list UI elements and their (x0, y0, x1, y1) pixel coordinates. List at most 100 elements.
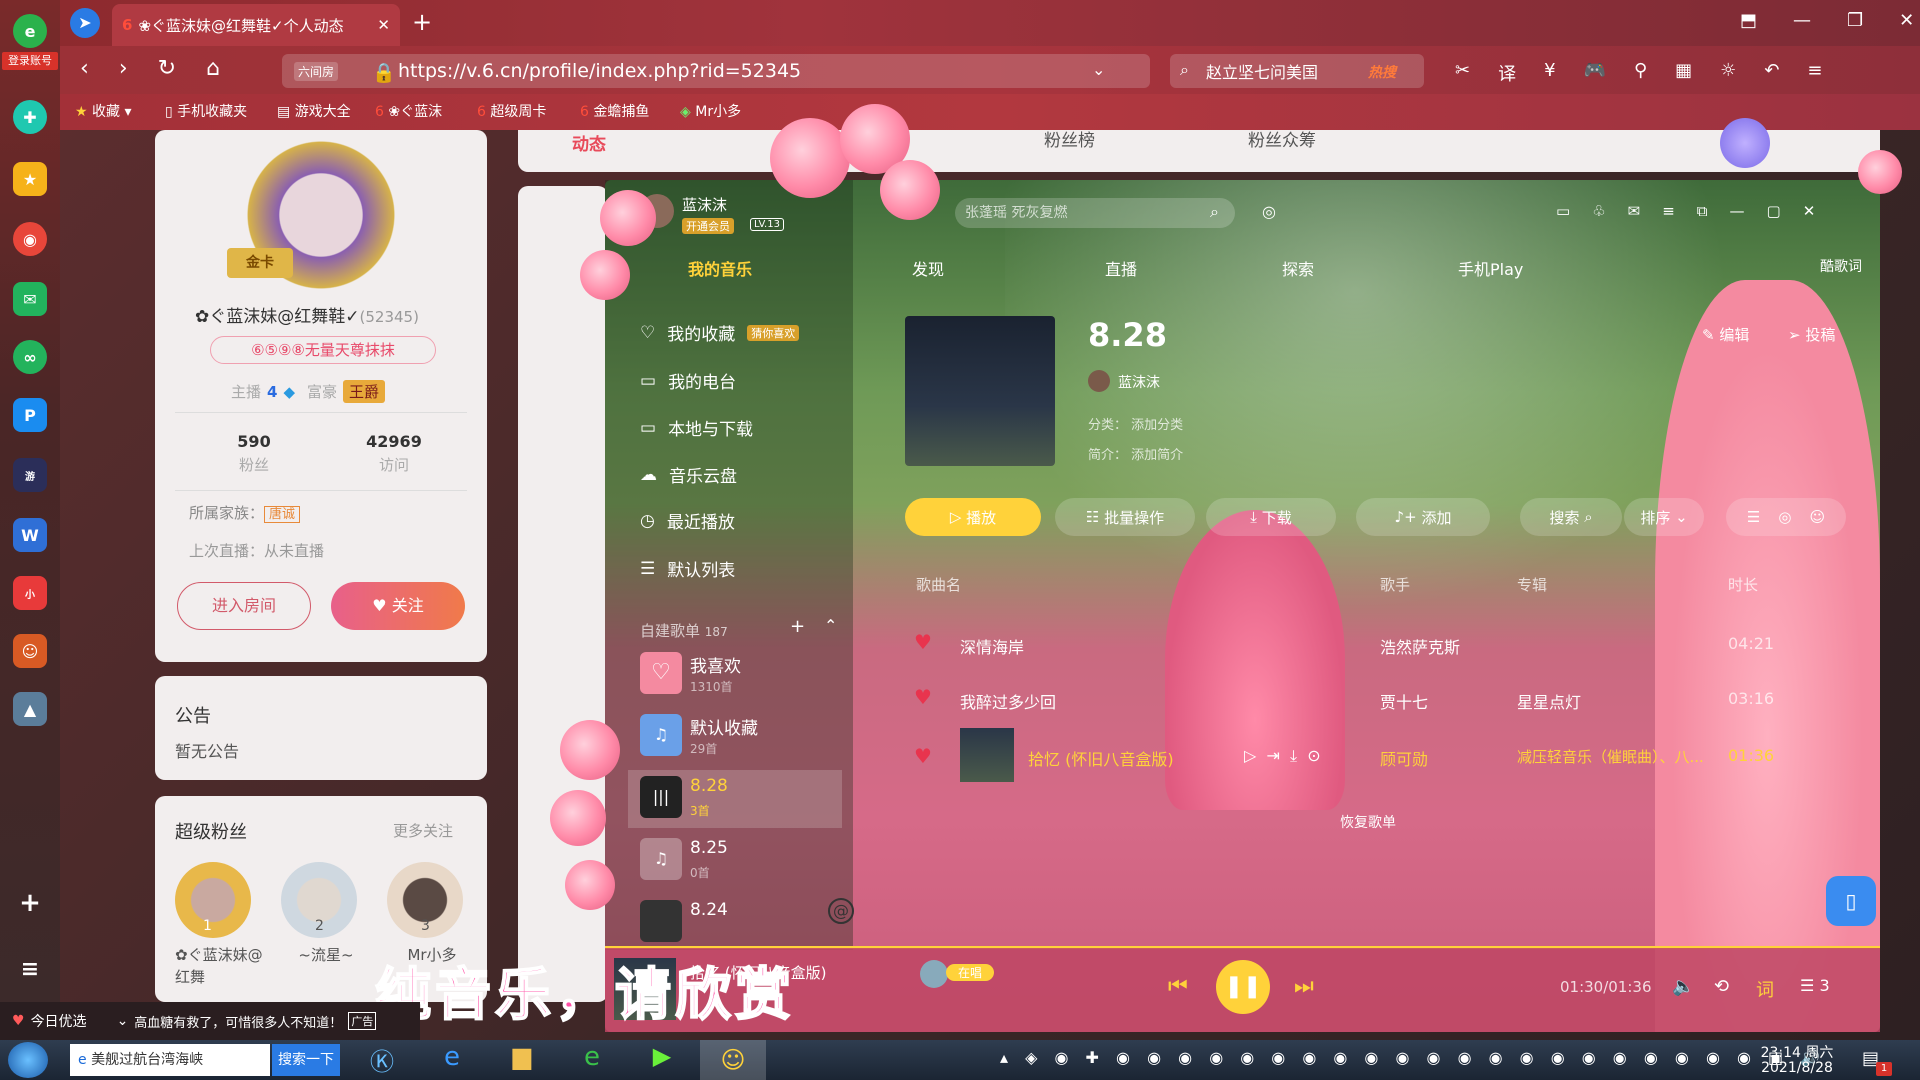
restore-playlist-link[interactable]: 恢复歌单 (1340, 812, 1396, 832)
album-intro[interactable]: 简介： 添加简介 (1088, 444, 1183, 463)
at-icon[interactable]: @ (828, 898, 854, 924)
album-owner[interactable]: 蓝沫沫 (1118, 372, 1160, 392)
nav-discover[interactable]: 发现 (912, 256, 944, 280)
mini-mode-icon[interactable]: ⧉ (1697, 202, 1708, 220)
music-search-input[interactable]: 张蓬瑶 死灰复燃 (955, 198, 1235, 228)
send-icon[interactable]: ➤ (70, 8, 100, 38)
mobile-icon[interactable]: ▯ (1826, 876, 1876, 926)
bookmark-games[interactable]: ▤ 游戏大全 (277, 101, 351, 123)
edit-button[interactable]: ✎ 编辑 (1702, 324, 1749, 345)
album-category[interactable]: 分类： 添加分类 (1088, 414, 1183, 433)
batch-button[interactable]: ☷ 批量操作 (1055, 498, 1195, 536)
k-app-icon[interactable]: Ⓚ (354, 1042, 410, 1078)
next-icon[interactable]: ⏭ (1294, 974, 1314, 999)
menu-default-list[interactable]: ☰ 默认列表 (640, 556, 735, 582)
owner-avatar[interactable] (1088, 370, 1110, 392)
close-window-icon[interactable]: ✕ (1899, 10, 1914, 31)
play-all-button[interactable]: ▷ 播放 (905, 498, 1041, 536)
mic-icon[interactable]: ◎ (1262, 202, 1276, 221)
refresh-icon[interactable]: ↻ (158, 56, 176, 81)
360-browser-icon[interactable]: e (564, 1042, 620, 1078)
tab-dynamic[interactable]: 动态 (572, 130, 606, 155)
nav-my-music[interactable]: 我的音乐 (688, 256, 752, 280)
user-icon[interactable]: ☺ (1809, 508, 1825, 526)
mi-icon[interactable]: 小 (13, 576, 47, 610)
bookmark-lanmo[interactable]: 6 ❀ぐ蓝沫 (375, 101, 442, 123)
media-player-icon[interactable]: ▶ (634, 1042, 690, 1078)
screen-icon[interactable]: ▭ (1556, 202, 1570, 220)
taskbar-search-button[interactable]: 搜索一下 (272, 1044, 340, 1076)
lyrics-button[interactable]: 词 (1756, 976, 1774, 1002)
user-name[interactable]: 蓝沫沫 (682, 194, 727, 215)
heart-icon[interactable]: ♥ (914, 685, 932, 709)
album-cover[interactable] (905, 316, 1055, 466)
new-tab-icon[interactable]: + (412, 8, 432, 36)
forward-icon[interactable]: › (119, 56, 128, 81)
playlist-name[interactable]: 8.24 (690, 900, 728, 920)
menu-cloud[interactable]: ☁ 音乐云盘 (640, 462, 737, 488)
song-artist[interactable]: 贾十七 (1380, 689, 1428, 713)
folder-icon[interactable]: ▆ (494, 1042, 550, 1078)
hamburger-icon[interactable]: ≡ (1807, 60, 1822, 86)
news-ticker[interactable]: ♥ 今日优选 ⌄ 高血糖有救了，可惜很多人不知道！ 广告 (0, 1002, 420, 1040)
close-icon[interactable]: ✕ (1803, 202, 1816, 220)
add-playlist-icon[interactable]: + (790, 616, 805, 637)
minimize-icon[interactable]: — (1730, 202, 1745, 220)
add-icon[interactable]: + (13, 886, 47, 920)
scissors-icon[interactable]: ✂ (1455, 60, 1470, 86)
clock-time[interactable]: 23:14 周六 (1756, 1042, 1838, 1062)
message-icon[interactable]: ✉ (1628, 202, 1641, 220)
pause-button[interactable]: ❚❚ (1216, 960, 1270, 1014)
locate-icon[interactable]: ◎ (1778, 508, 1791, 526)
close-tab-icon[interactable]: ✕ (377, 16, 390, 34)
family-badge[interactable]: 唐诚 (264, 506, 301, 523)
enter-room-button[interactable]: 进入房间 (177, 582, 311, 630)
menu-favorites[interactable]: ♡ 我的收藏 猜你喜欢 (640, 320, 800, 345)
url-input[interactable]: 六间房 🔒 https://v.6.cn/profile/index.php?r… (282, 54, 1150, 88)
view-switch[interactable]: ☰ ◎ ☺ (1726, 498, 1846, 536)
start-button[interactable] (8, 1042, 48, 1078)
menu-icon[interactable]: ≡ (13, 952, 47, 986)
bookmark-fishing[interactable]: 6 金蟾捕鱼 (580, 101, 649, 123)
song-artist[interactable]: 顾可勋 (1380, 746, 1428, 770)
pubg-icon[interactable]: ▲ (13, 692, 47, 726)
heart-icon[interactable]: ♥ (914, 630, 932, 654)
list-view-icon[interactable]: ☰ (1747, 508, 1760, 526)
table-row[interactable]: ♥ 深情海岸 浩然萨克斯 04:21 (900, 620, 1800, 670)
weibo-icon[interactable]: ◉ (13, 222, 47, 256)
menu-recent[interactable]: ◷ 最近播放 (640, 508, 735, 534)
settings-menu-icon[interactable]: ≡ (1662, 202, 1675, 220)
word-icon[interactable]: W (13, 518, 47, 552)
translate-icon[interactable]: 译 (1498, 60, 1516, 86)
avatar-game-icon[interactable]: ☺ (13, 634, 47, 668)
bookmark-favorites[interactable]: ★ 收藏 ▾ (75, 101, 132, 123)
login-button[interactable]: 登录账号 (2, 52, 58, 70)
gamepad-icon[interactable]: 🎮 (1584, 60, 1606, 86)
sort-button[interactable]: 排序 ⌄ (1624, 498, 1704, 536)
nav-mobile-play[interactable]: 手机Play (1458, 256, 1523, 280)
magnifier-icon[interactable]: ⚲ (1634, 60, 1647, 86)
nav-live[interactable]: 直播 (1105, 256, 1137, 280)
coin-icon[interactable]: ¥ (1544, 60, 1555, 86)
taskbar-search-input[interactable]: e 美舰过航台湾海峡 (70, 1044, 270, 1076)
bookmark-weekcard[interactable]: 6 超级周卡 (477, 101, 546, 123)
playlist-name[interactable]: 8.28 (690, 776, 728, 796)
menu-local[interactable]: ▭ 本地与下载 (640, 415, 753, 441)
volume-icon[interactable]: 🔈 (1672, 976, 1694, 997)
dropdown-icon[interactable]: ⌄ (1092, 60, 1105, 79)
skin-icon[interactable]: ♧ (1592, 202, 1605, 220)
fan-avatar[interactable] (175, 862, 251, 938)
search-icon[interactable]: ⌕ (1210, 202, 1219, 222)
table-row[interactable]: ♥ 我醉过多少回 贾十七 星星点灯 03:16 (900, 675, 1800, 725)
minimize-icon[interactable]: — (1793, 10, 1811, 31)
home-icon[interactable]: ⌂ (206, 56, 220, 81)
song-album[interactable]: 减压轻音乐（催眠曲）、八... (1517, 746, 1704, 767)
song-album[interactable]: 星星点灯 (1517, 689, 1581, 713)
repeat-icon[interactable]: ⟲ (1714, 976, 1729, 997)
back-icon[interactable]: ‹ (80, 56, 89, 81)
bookmark-mobile[interactable]: ▯ 手机收藏夹 (165, 101, 247, 123)
speedial-icon[interactable]: ✚ (13, 100, 47, 134)
playlist-name[interactable]: 8.25 (690, 838, 728, 858)
ie-browser-icon[interactable]: e (424, 1042, 480, 1078)
search-input[interactable]: ⌕ 赵立坚七问美国 热搜 (1170, 54, 1424, 88)
